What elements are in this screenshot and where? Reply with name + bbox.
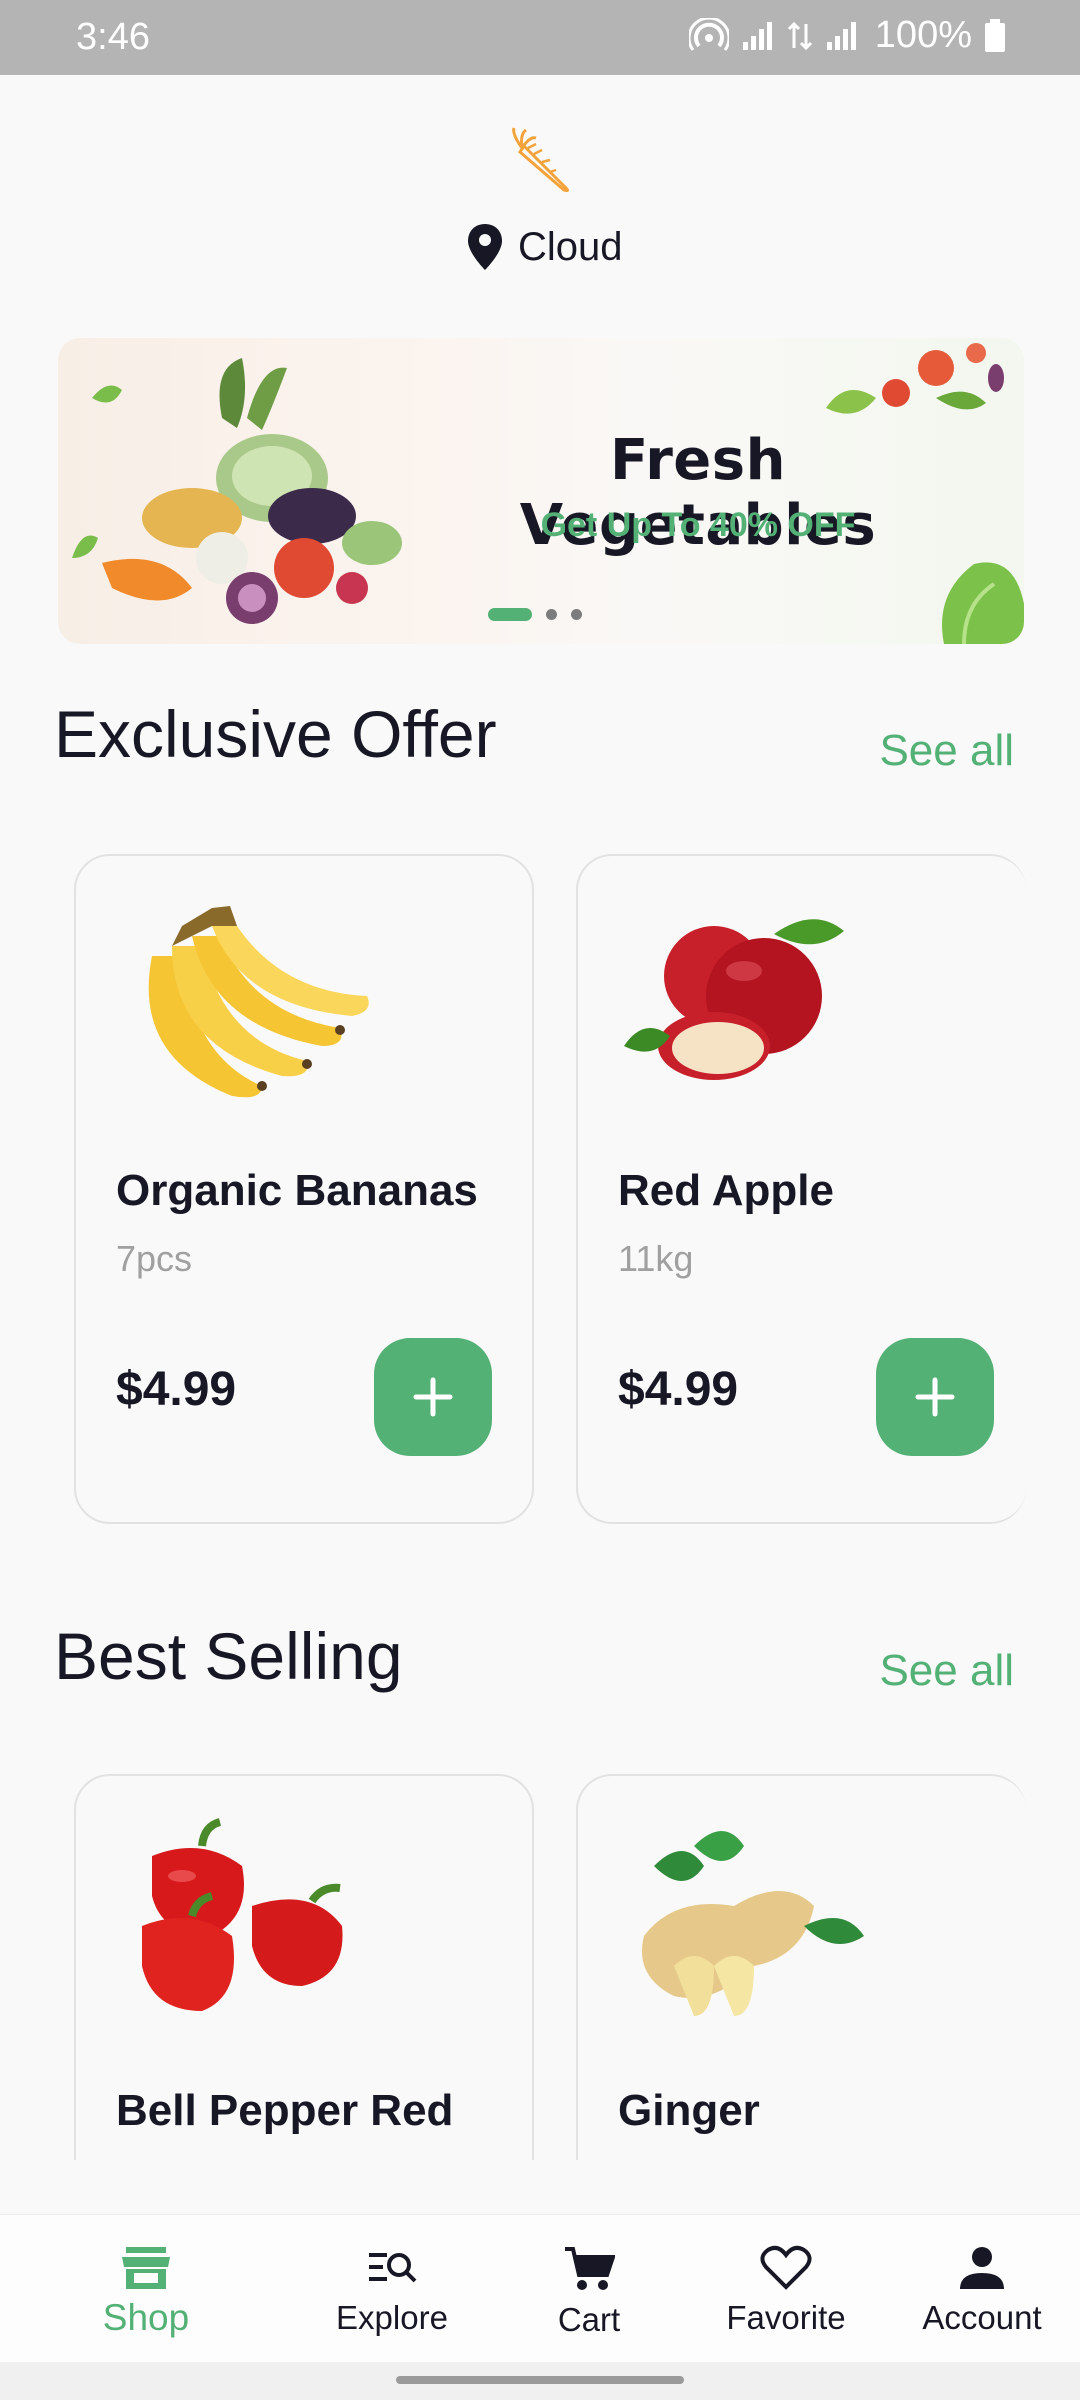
product-name: Red Apple: [618, 1166, 834, 1215]
product-card[interactable]: Ginger: [576, 1774, 1026, 2160]
add-to-cart-button[interactable]: [374, 1338, 492, 1456]
promo-banner[interactable]: Fresh Vegetables Get Up To 40% OFF: [58, 338, 1024, 644]
cart-icon: [565, 2247, 615, 2290]
product-quantity: 7pcs: [116, 1238, 193, 1279]
battery-icon: [985, 18, 1005, 52]
bell-pepper-icon: [142, 1818, 343, 2011]
product-name: Ginger: [618, 2086, 760, 2135]
lettuce-image: [942, 562, 1024, 644]
banner-pagination: [488, 608, 582, 621]
signal-icon-2: [826, 21, 856, 50]
home-gesture-bar[interactable]: [396, 2376, 684, 2384]
apple-icon: [624, 919, 844, 1080]
best-selling-see-all-link[interactable]: See all: [879, 1646, 1014, 1696]
product-card[interactable]: Bell Pepper Red: [74, 1774, 534, 2160]
nav-item-explore[interactable]: Explore: [312, 2245, 472, 2337]
nav-label-account: Account: [922, 2299, 1042, 2336]
exclusive-offer-see-all-link[interactable]: See all: [879, 726, 1014, 776]
store-icon: [122, 2247, 170, 2289]
person-icon: [960, 2247, 1004, 2289]
add-to-cart-button[interactable]: [876, 1338, 994, 1456]
nav-label-shop: Shop: [102, 2297, 190, 2338]
best-selling-list: Bell Pepper Red Ginger: [0, 1740, 1080, 2160]
nav-item-cart[interactable]: Cart: [509, 2245, 669, 2339]
location-selector[interactable]: Cloud: [466, 222, 623, 272]
product-card[interactable]: Red Apple 11kg $4.99: [576, 854, 1026, 1524]
bottom-navigation: Shop Explore Cart Favorite Account: [0, 2214, 1080, 2362]
battery-percent: 100%: [874, 14, 972, 56]
nav-item-account[interactable]: Account: [902, 2245, 1062, 2337]
nav-item-favorite[interactable]: Favorite: [706, 2245, 866, 2337]
ginger-icon: [642, 1831, 864, 2016]
gesture-navigation-area: [0, 2362, 1080, 2400]
pagination-dot[interactable]: [571, 609, 582, 620]
vegetables-splash-image: [826, 343, 1004, 414]
carrot-icon: [512, 127, 570, 193]
pagination-dot-active[interactable]: [488, 608, 532, 621]
nav-label-explore: Explore: [336, 2299, 448, 2336]
best-selling-title: Best Selling: [54, 1619, 403, 1693]
location-pin-icon: [468, 224, 502, 270]
data-transfer-icon: [787, 21, 812, 50]
status-icons: 100%: [688, 14, 1006, 57]
product-name: Bell Pepper Red: [116, 2086, 454, 2135]
product-price: $4.99: [618, 1363, 739, 1416]
heart-icon: [760, 2245, 812, 2290]
exclusive-offer-title: Exclusive Offer: [54, 697, 497, 771]
nav-item-shop[interactable]: Shop: [66, 2245, 226, 2339]
nav-label-favorite: Favorite: [726, 2299, 846, 2336]
status-time: 3:46: [76, 16, 150, 58]
product-price: $4.99: [116, 1363, 237, 1416]
vegetables-image: [72, 358, 402, 624]
product-card[interactable]: Organic Bananas 7pcs $4.99: [74, 854, 534, 1524]
plus-icon: [413, 1377, 453, 1417]
hotspot-icon: [688, 17, 729, 51]
banner-subtitle: Get Up To 40% OFF: [540, 506, 856, 544]
pagination-dot[interactable]: [546, 609, 557, 620]
product-quantity: 11kg: [618, 1238, 694, 1279]
explore-icon: [369, 2253, 417, 2283]
nav-label-cart: Cart: [557, 2301, 621, 2338]
plus-icon: [915, 1377, 955, 1417]
banana-icon: [148, 906, 369, 1098]
signal-icon: [742, 21, 772, 50]
product-name: Organic Bananas: [116, 1166, 478, 1215]
status-bar: 3:46 100%: [0, 0, 1080, 75]
location-label: Cloud: [518, 224, 623, 269]
